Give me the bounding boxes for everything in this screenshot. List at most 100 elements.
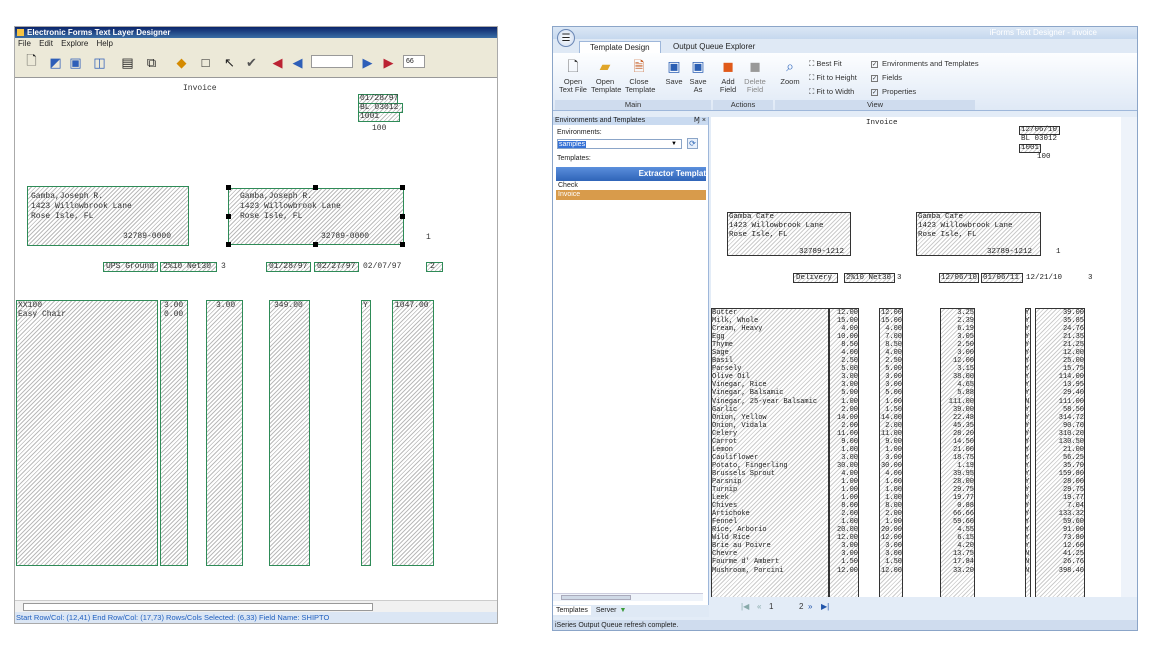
resize-handle[interactable] [400, 242, 405, 247]
menu-file[interactable]: File [18, 39, 31, 48]
qty-cell: 12.00 [836, 309, 858, 317]
save-as-button[interactable]: ▣ Save As [687, 57, 709, 94]
billto-field[interactable]: Gamba,Joseph R. 1423 Willowbrook Lane Ro… [27, 186, 189, 246]
amount-cell: 29.40 [1062, 389, 1084, 398]
fit-height-button[interactable]: ⛶ Fit to Height [809, 73, 857, 83]
layout-canvas[interactable]: Invoice 01/28/97 BL 03012 1001 100 Gamba… [15, 78, 497, 598]
open-icon[interactable]: ◩ [47, 54, 64, 71]
checkmark-icon[interactable]: ✔ [243, 54, 260, 71]
amount-cell: 58.50 [1062, 405, 1084, 414]
amount-cell: 26.76 [1062, 558, 1084, 567]
zoom-button[interactable]: ⌕ Zoom [779, 57, 801, 86]
new-file-icon[interactable]: 🗋 [23, 53, 40, 71]
properties-icon[interactable]: ▤ [119, 54, 136, 71]
terms-field[interactable]: 2%10 Net30 [160, 262, 217, 272]
fit-width-button[interactable]: ⛶ Fit to Width [809, 87, 854, 97]
forward-icon[interactable]: ▶ [380, 54, 397, 71]
actions-group-label: Actions [713, 100, 773, 110]
tab-server[interactable]: Server [593, 606, 620, 615]
tax-column[interactable]: Y [361, 300, 371, 566]
invoice-number: 3 [1088, 274, 1093, 282]
tax-cell: Y [1025, 309, 1030, 317]
ship-method-field[interactable]: UPS Ground [103, 262, 158, 272]
page-1[interactable]: 1 [769, 602, 773, 611]
horizontal-scrollbar[interactable] [15, 600, 497, 612]
back-icon[interactable]: ◀ [269, 54, 286, 71]
scroll-thumb[interactable] [23, 603, 373, 611]
next-page-icon[interactable]: » [808, 602, 812, 611]
resize-handle[interactable] [400, 185, 405, 190]
menu-help[interactable]: Help [97, 39, 113, 48]
due-date-field[interactable]: 02/27/97 [314, 262, 359, 272]
open-template-button[interactable]: ▰ Open Template [591, 57, 621, 94]
properties-checkbox[interactable]: ✓ Properties [871, 87, 916, 96]
first-page-icon[interactable]: |◀ [741, 602, 749, 611]
search-input[interactable] [311, 55, 353, 68]
save-icon[interactable]: ▣ [67, 54, 84, 71]
invoice-date: 02/07/97 [363, 262, 402, 271]
number-value: 1001 [1021, 144, 1040, 152]
prev-page-icon[interactable]: « [757, 602, 761, 611]
menu-edit[interactable]: Edit [39, 39, 53, 48]
template-item-invoice[interactable]: Invoice [556, 190, 706, 200]
amount-column[interactable]: 1047.00 [392, 300, 434, 566]
tax-cell: Y [1025, 534, 1030, 543]
billto-street: 1423 Willowbrook Lane [31, 202, 132, 211]
panel-bottom-tabs: Templates Server ▼ [553, 605, 709, 617]
document-vertical-scrollbar[interactable] [1121, 117, 1137, 597]
prev-icon[interactable]: ◀ [289, 54, 306, 71]
document-preview[interactable]: Invoice 12/06/10 BL 03012 1001 100 Gamba… [711, 117, 1121, 597]
diamond-icon[interactable]: ◆ [173, 54, 190, 71]
env-templates-checkbox[interactable]: ✓ Environments and Templates [871, 59, 979, 68]
zoom-input[interactable]: 66 [403, 55, 425, 68]
menu-explore[interactable]: Explore [61, 39, 88, 48]
shipped-cell: 1.00 [885, 397, 902, 406]
shipped-cell: 20.00 [880, 526, 902, 535]
rectangle-icon[interactable]: □ [197, 54, 214, 71]
resize-handle[interactable] [226, 242, 231, 247]
panel-pin-close-icon[interactable]: Ɱ × [694, 117, 706, 125]
resize-handle[interactable] [400, 214, 405, 219]
page-2[interactable]: 2 [799, 602, 803, 611]
add-field-button[interactable]: ◼ Add Field [717, 57, 739, 94]
resize-handle[interactable] [226, 214, 231, 219]
app-menu-button[interactable]: ☰ [557, 29, 575, 47]
resize-handle[interactable] [226, 185, 231, 190]
shipto-field[interactable]: Gamba,Joseph R. 1423 Willowbrook Lane Ro… [228, 188, 404, 245]
book-icon[interactable]: ◫ [91, 54, 108, 71]
environment-select[interactable]: samples ▼ [557, 139, 682, 149]
refresh-icon[interactable]: ⟳ [687, 138, 698, 149]
scroll-thumb[interactable] [561, 595, 631, 600]
resize-handle[interactable] [313, 242, 318, 247]
shipped-cell: 11.00 [880, 429, 902, 438]
item-code-column[interactable]: XX100 Easy Chair [16, 300, 158, 566]
shipped-column[interactable]: 3.00 [206, 300, 243, 566]
close-template-button[interactable]: 🗎 Close Template [625, 57, 655, 94]
qty-column[interactable]: 3.00 0.00 [160, 300, 188, 566]
save-button[interactable]: ▣ Save [663, 57, 685, 86]
add-field-label: Add Field [719, 77, 737, 94]
number-field[interactable]: 1001 [358, 112, 400, 122]
delete-field-button[interactable]: ◼ Delete Field [743, 57, 767, 94]
tab-templates[interactable]: Templates [553, 606, 591, 615]
qty-cell: 1.00 [841, 397, 858, 406]
status-bar: iSeries Output Queue refresh complete. [553, 620, 1137, 630]
open-text-file-button[interactable]: 🗋 Open Text File [559, 57, 587, 94]
tax-cell: Y [1025, 421, 1030, 430]
resize-handle[interactable] [313, 185, 318, 190]
item-name: Sage [712, 349, 729, 358]
price-cell: 3.05 [957, 333, 974, 342]
qty-cell: 20.00 [836, 526, 858, 535]
next-icon[interactable]: ▶ [359, 54, 376, 71]
price-column[interactable]: 349.00 [269, 300, 310, 566]
short-field[interactable]: 2 [426, 262, 443, 272]
order-date-field[interactable]: 01/28/97 [266, 262, 311, 272]
terms-number: 3 [221, 262, 226, 271]
best-fit-button[interactable]: ⛶ Best Fit [809, 59, 842, 69]
amount-cell: 35.85 [1062, 317, 1084, 326]
panel-scrollbar[interactable] [553, 593, 703, 601]
copy-icon[interactable]: ⧉ [143, 54, 160, 71]
pointer-icon[interactable]: ↖ [221, 54, 238, 71]
last-page-icon[interactable]: ▶| [821, 602, 829, 611]
fields-checkbox[interactable]: ✓ Fields [871, 73, 902, 82]
